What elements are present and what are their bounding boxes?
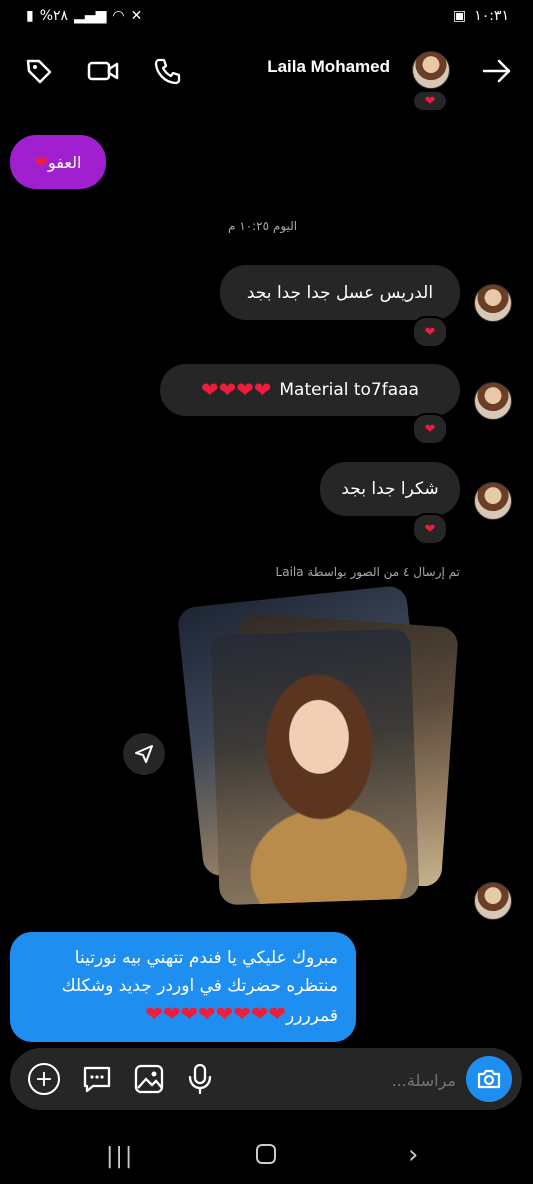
sent-message-purple[interactable]: ❤ العفو (10, 135, 106, 189)
recent-apps-icon[interactable]: ||| (106, 1144, 134, 1169)
wifi-icon: ◠ (112, 8, 125, 24)
reaction-heart[interactable]: ❤ (412, 413, 448, 445)
received-message[interactable]: شكرا جدا بجد (320, 462, 460, 516)
video-call-icon[interactable] (86, 54, 120, 88)
battery-icon: ▮ (26, 8, 34, 24)
gallery-icon[interactable] (132, 1062, 166, 1096)
sender-avatar (474, 482, 512, 520)
timestamp: اليوم ١٠:٢٥ م (228, 219, 298, 233)
mute-icon: ✕ (130, 8, 143, 24)
chat-header: Laila Mohamed (0, 44, 533, 100)
message-composer: + (10, 1048, 522, 1110)
contact-name[interactable]: Laila Mohamed (267, 57, 390, 77)
message-text: Material to7faaa (279, 380, 419, 400)
hearts-emoji: ❤❤❤❤❤❤❤❤ (145, 1002, 287, 1026)
status-bar: ▮ %٢٨ ▂▄▆ ◠ ✕ ▣ ١٠:٣١ (0, 0, 533, 34)
photos-sent-note: تم إرسال ٤ من الصور بواسطة Laila (275, 565, 460, 579)
photo-stack[interactable] (160, 584, 470, 920)
clock: ١٠:٣١ (474, 8, 509, 24)
camera-icon[interactable] (466, 1056, 512, 1102)
received-message[interactable]: ❤❤❤❤ Material to7faaa (160, 364, 460, 416)
status-left: ▮ %٢٨ ▂▄▆ ◠ ✕ (26, 8, 142, 24)
battery-text: %٢٨ (39, 8, 69, 24)
received-message[interactable]: الدريس عسل جدا جدا بجد (220, 265, 460, 320)
gallery-icon: ▣ (452, 8, 467, 24)
sticker-icon[interactable] (80, 1063, 114, 1095)
add-icon[interactable]: + (28, 1063, 60, 1095)
sender-avatar (474, 382, 512, 420)
status-right: ▣ ١٠:٣١ (453, 8, 509, 24)
reaction-heart[interactable]: ❤ (412, 316, 448, 348)
system-nav-bar: ||| › (0, 1140, 533, 1170)
message-input[interactable] (240, 1063, 458, 1097)
forward-arrow-icon[interactable] (480, 54, 514, 88)
back-icon[interactable]: › (408, 1140, 418, 1170)
reaction-heart-partial[interactable]: ❤ (412, 90, 448, 112)
tag-icon[interactable] (22, 54, 56, 88)
microphone-icon[interactable] (186, 1062, 214, 1096)
heart-emoji: ❤ (34, 152, 48, 172)
contact-avatar[interactable] (412, 51, 450, 89)
photo-front (210, 628, 420, 906)
sender-avatar (474, 882, 512, 920)
signal-icon: ▂▄▆ (74, 8, 107, 24)
sent-message-blue[interactable]: مبروك عليكي يا فندم تتهني بيه نورتينا من… (10, 932, 356, 1042)
sender-avatar (474, 284, 512, 322)
phone-icon[interactable] (150, 54, 184, 88)
reaction-heart[interactable]: ❤ (412, 513, 448, 545)
home-icon[interactable] (256, 1144, 276, 1164)
share-icon[interactable] (123, 733, 165, 775)
message-text: العفو (48, 152, 82, 172)
hearts-emoji: ❤❤❤❤ (201, 378, 272, 402)
